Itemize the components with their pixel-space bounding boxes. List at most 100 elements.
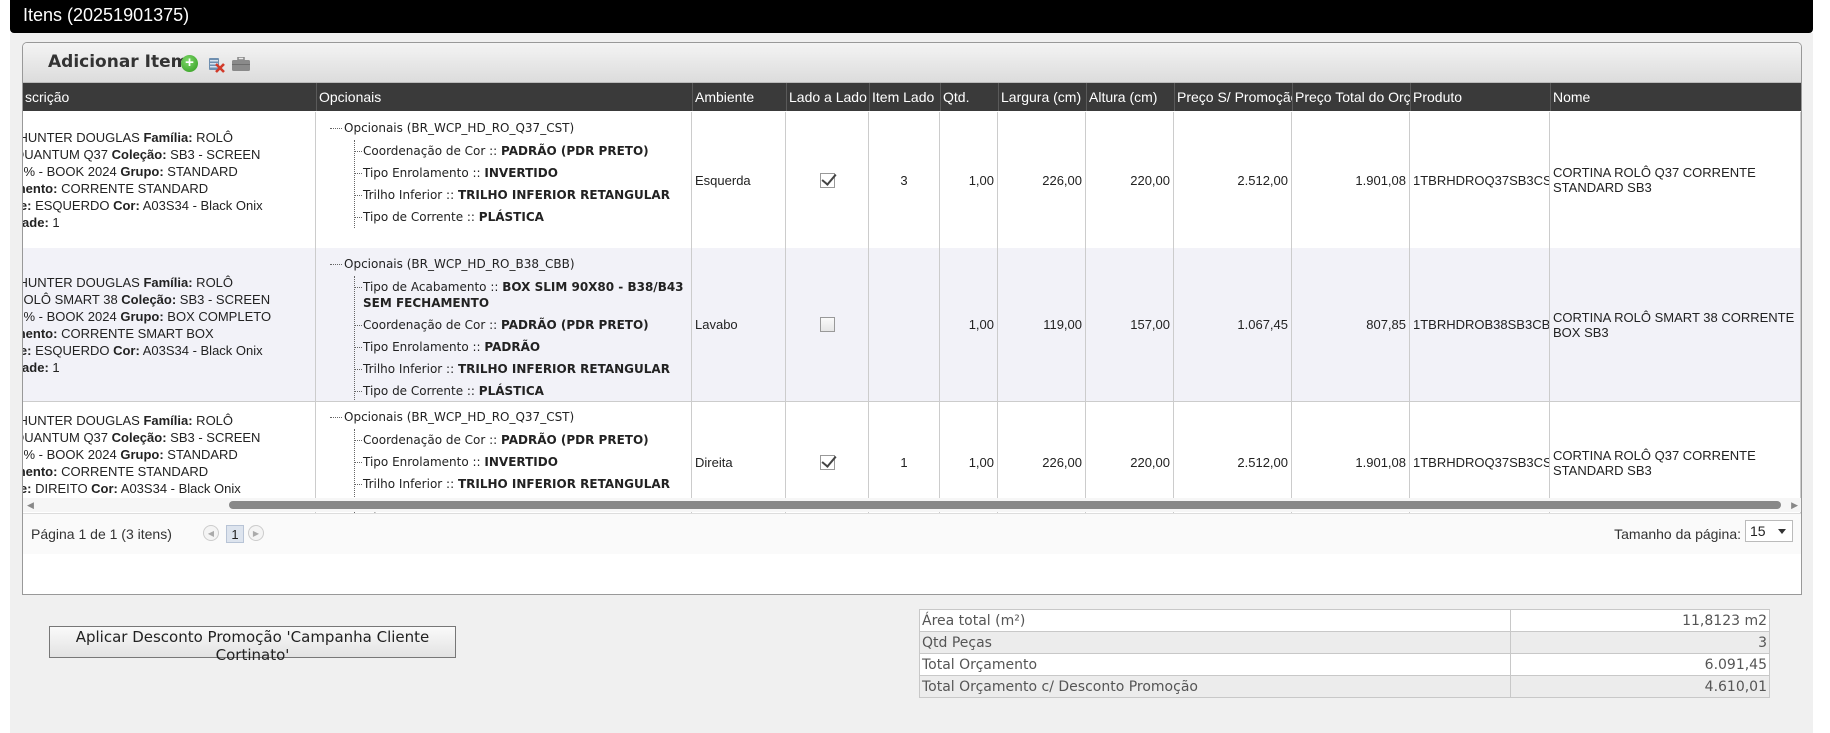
optional-label: Trilho Inferior :: [363,477,458,491]
chevron-down-icon [1778,529,1786,534]
page-number-button[interactable]: 1 [226,525,244,543]
optional-item[interactable]: Trilho Inferior :: TRILHO INFERIOR RETAN… [355,184,670,206]
table-row[interactable]: rca: HUNTER DOUGLAS Família: ROLÔha: ROL… [23,248,1801,402]
optional-label: Coordenação de Cor :: [363,433,502,447]
horizontal-scrollbar[interactable]: ◀ ▶ [23,498,1801,512]
optional-item[interactable]: Trilho Inferior :: TRILHO INFERIOR RETAN… [355,473,670,495]
description-value: ROLÔ [192,130,234,145]
description-value: HUNTER DOUGLAS [23,274,144,290]
optional-item[interactable]: Tipo Enrolamento :: INVERTIDO [355,451,670,473]
produto-cell: 1TBRHDROQ37SB3CST [1410,112,1550,248]
lado-a-lado-cell [786,112,869,248]
lado-a-lado-checkbox[interactable] [819,172,835,188]
lado-a-lado-checkbox[interactable] [819,455,835,470]
nome-cell: CORTINA ROLÔ SMART 38 CORRENTE BOX SB3 [1550,248,1801,401]
description-key: onamento: [23,325,58,341]
optional-value: TRILHO INFERIOR RETANGULAR [457,477,670,491]
page-size-select[interactable]: 15 [1745,520,1793,542]
header-col-altura[interactable]: Altura (cm) [1086,83,1174,111]
largura-cell: 119,00 [998,248,1086,401]
briefcase-icon[interactable] [232,56,250,71]
description-value: SB3 - SCREEN [166,429,261,445]
optional-item[interactable]: Trilho Inferior :: TRILHO INFERIOR RETAN… [355,358,691,380]
optional-item[interactable]: Coordenação de Cor :: PADRÃO (PDR PRETO) [355,429,670,451]
header-col-descricao[interactable]: scrição [23,83,316,111]
description-value: A03S34 - Black Onix [139,342,263,358]
optionals-cell: Opcionais (BR_WCP_HD_RO_Q37_CST) Coordena… [316,112,692,248]
qtd-value: 1,00 [968,455,994,470]
description-value: 1 [48,359,60,375]
header-col-qtd[interactable]: Qtd. [940,83,998,111]
optional-value: PLÁSTICA [478,384,544,398]
optional-item[interactable]: Tipo Enrolamento :: PADRÃO [355,336,691,358]
delete-items-icon[interactable] [207,55,225,73]
description-value: HUNTER DOUGLAS [23,130,144,145]
description-value: HUNTER DOUGLAS [23,412,144,428]
scroll-left-icon[interactable]: ◀ [27,500,34,511]
header-col-lado-a-lado[interactable]: Lado a Lado [786,83,869,111]
optional-label: Coordenação de Cor :: [363,318,502,332]
header-col-preco-total[interactable]: Preço Total do Orçamento [1292,83,1410,111]
ambiente-value: Lavabo [695,317,738,332]
description-key: antidade: [23,215,49,230]
header-col-preco-sem-promocao[interactable]: Preço S/ Promoção [1174,83,1292,111]
description-key: Coleção: [121,291,177,307]
description-value: DIREITO [31,480,92,496]
apply-discount-button[interactable]: Aplicar Desconto Promoção 'Campanha Clie… [49,626,456,664]
altura-value: 220,00 [1130,455,1170,470]
nome-value: CORTINA ROLÔ SMART 38 CORRENTE BOX SB3 [1553,309,1795,340]
description-value: ROLÔ [192,412,234,428]
optional-item[interactable]: Tipo Enrolamento :: INVERTIDO [355,162,670,184]
optional-label: Tipo Enrolamento :: [363,166,485,180]
preco-value: 2.512,00 [1237,172,1288,188]
preco-total-cell: 1.901,08 [1292,112,1410,248]
optionals-tree-root[interactable]: Opcionais (BR_WCP_HD_RO_B38_CBB) [330,254,691,276]
qtd-cell: 1,00 [940,112,998,248]
description-value: SIC 3% - BOOK 2024 [23,308,117,324]
table-row[interactable]: rca: HUNTER DOUGLAS Família: ROLÔha: QUA… [23,112,1801,249]
scrollbar-thumb[interactable] [229,501,1781,509]
produto-value: 1TBRHDROQ37SB3CST [1413,172,1550,188]
lado-a-lado-checkbox[interactable] [819,317,835,332]
optionals-tree-root[interactable]: Opcionais (BR_WCP_HD_RO_Q37_CST) [330,407,670,429]
optional-item[interactable]: Coordenação de Cor :: PADRÃO (PDR PRETO) [355,140,670,162]
page-size-value: 15 [1750,523,1766,539]
header-col-ambiente[interactable]: Ambiente [692,83,786,111]
prev-page-icon[interactable]: ◀ [203,525,219,541]
next-page-icon[interactable]: ▶ [248,525,264,541]
optional-item[interactable]: Coordenação de Cor :: PADRÃO (PDR PRETO) [355,314,691,336]
optional-label: Tipo de Corrente :: [363,384,479,398]
optional-value: TRILHO INFERIOR RETANGULAR [457,188,670,202]
description-key: onamento: [23,463,58,479]
description-cell: rca: HUNTER DOUGLAS Família: ROLÔha: ROL… [23,248,316,401]
grid-header: scrição Opcionais Ambiente Lado a Lado Item … [23,83,1801,111]
description-value: STANDARD [163,164,238,179]
optional-label: Tipo de Acabamento :: [363,280,503,294]
description-value: BOX COMPLETO [163,308,272,324]
header-col-opcionais[interactable]: Opcionais [316,83,692,111]
description-value: CORRENTE STANDARD [57,181,209,196]
optionals-tree-children: Tipo de Acabamento :: BOX SLIM 90X80 - B… [354,276,691,401]
header-col-produto[interactable]: Produto [1410,83,1550,111]
scroll-right-icon[interactable]: ▶ [1791,500,1798,511]
description-key: Grupo: [120,308,164,324]
description-key: Família: [143,130,193,145]
optional-item[interactable]: Tipo de Corrente :: PLÁSTICA [355,380,691,401]
description-value: ROLÔ [192,274,234,290]
description-key: Grupo: [120,164,164,179]
grid-toolbar: Adicionar Item + [23,43,1801,83]
optionals-tree-root[interactable]: Opcionais (BR_WCP_HD_RO_Q37_CST) [330,118,670,140]
description-key: Cor: [113,198,140,213]
add-circle-icon[interactable]: + [181,55,198,72]
optional-item[interactable]: Tipo de Corrente :: PLÁSTICA [355,206,670,228]
optionals-tree: Opcionais (BR_WCP_HD_RO_B38_CBB) Tipo de … [330,254,691,401]
altura-value: 220,00 [1130,172,1170,188]
header-col-item-lado[interactable]: Item Lado [869,83,940,111]
optional-item[interactable]: Tipo de Acabamento :: BOX SLIM 90X80 - B… [355,276,691,314]
largura-cell: 226,00 [998,112,1086,248]
header-col-nome[interactable]: Nome [1550,83,1801,111]
window-title: Itens (20251901375) [10,0,1813,33]
summary-label: Total Orçamento [919,653,1511,676]
header-col-largura[interactable]: Largura (cm) [998,83,1086,111]
optional-value: PADRÃO (PDR PRETO) [501,433,649,447]
